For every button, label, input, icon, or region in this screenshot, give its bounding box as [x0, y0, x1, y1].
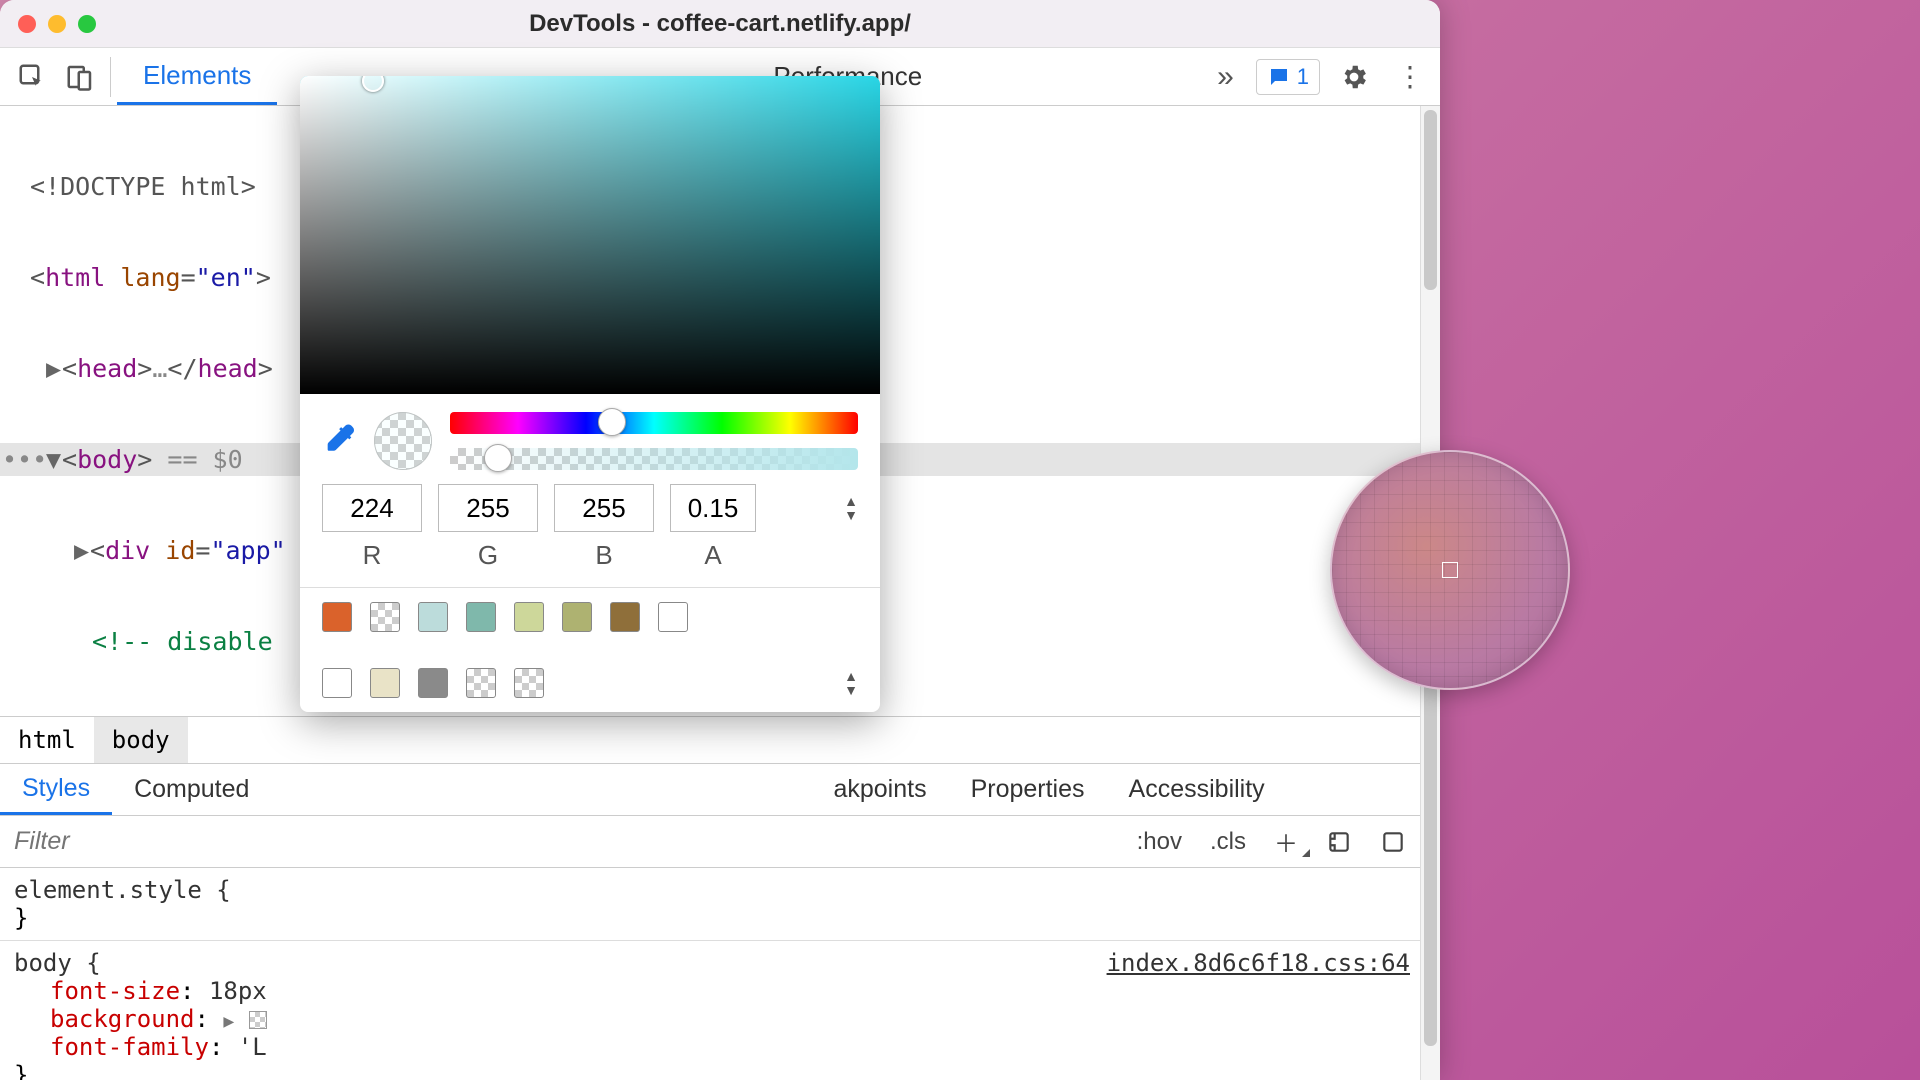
hue-slider[interactable] [450, 412, 858, 434]
palette-swatch[interactable] [322, 668, 352, 698]
palette-swatch[interactable] [610, 602, 640, 632]
settings-icon[interactable] [1332, 55, 1376, 99]
close-window-icon[interactable] [18, 15, 36, 33]
hov-toggle[interactable]: :hov [1123, 828, 1196, 856]
new-rule-button[interactable]: ＋ [1260, 824, 1312, 859]
breadcrumb-body[interactable]: body [94, 717, 188, 763]
palette-swatch[interactable] [514, 668, 544, 698]
subtab-breakpoints[interactable]: akpoints [811, 764, 948, 815]
issues-badge[interactable]: 1 [1256, 59, 1320, 95]
source-link-index[interactable]: index.8d6c6f18.css:64 [1107, 949, 1410, 977]
rule-element-style[interactable]: element.style { } [0, 868, 1420, 941]
a-label: A [670, 540, 756, 571]
alpha-handle[interactable] [484, 444, 512, 472]
palette-swatch[interactable] [418, 602, 448, 632]
panel-tabs: Elements [117, 48, 277, 105]
current-color-swatch [374, 412, 432, 470]
devtools-window: DevTools - coffee-cart.netlify.app/ Elem… [0, 0, 1440, 1080]
inspect-element-icon[interactable] [8, 53, 56, 101]
palette-swatch[interactable] [562, 602, 592, 632]
saturation-value-area[interactable] [300, 76, 880, 394]
a-input[interactable] [670, 484, 756, 532]
sv-handle[interactable] [362, 76, 384, 92]
chevron-down-icon: ▼ [844, 685, 858, 695]
b-input[interactable] [554, 484, 654, 532]
breadcrumb-html[interactable]: html [0, 717, 94, 763]
chevron-up-icon: ▲ [844, 671, 858, 681]
palette-swatch[interactable] [466, 668, 496, 698]
g-input[interactable] [438, 484, 538, 532]
styles-rules: element.style { } index.8d6c6f18.css:64 … [0, 868, 1420, 1080]
r-input[interactable] [322, 484, 422, 532]
kebab-menu-icon[interactable]: ⋮ [1388, 55, 1432, 99]
cls-toggle[interactable]: .cls [1196, 828, 1260, 856]
window-title: DevTools - coffee-cart.netlify.app/ [0, 10, 1440, 38]
subtab-styles[interactable]: Styles [0, 764, 112, 815]
device-toolbar-icon[interactable] [56, 53, 104, 101]
dom-comment: <!-- disable [92, 627, 273, 656]
issues-count: 1 [1297, 64, 1309, 90]
alpha-slider[interactable] [450, 448, 858, 470]
magnifier-center-icon [1443, 563, 1457, 577]
hue-handle[interactable] [598, 408, 626, 436]
eyedropper-magnifier[interactable] [1330, 450, 1570, 690]
rule-body-index[interactable]: index.8d6c6f18.css:64 body { font-size: … [0, 941, 1420, 1080]
scrollbar-thumb-lower[interactable] [1424, 666, 1437, 1046]
chevron-down-icon: ▼ [844, 510, 858, 520]
palette-swatch[interactable] [658, 602, 688, 632]
tab-elements[interactable]: Elements [117, 48, 277, 105]
r-label: R [322, 540, 422, 571]
computed-styles-icon[interactable] [1312, 828, 1366, 856]
palette-spinner[interactable]: ▲▼ [844, 671, 858, 695]
minimize-window-icon[interactable] [48, 15, 66, 33]
more-styles-icon[interactable] [1366, 828, 1420, 856]
more-tabs-icon[interactable]: » [1207, 60, 1244, 94]
palette: ▲▼ [300, 587, 880, 712]
subtab-properties[interactable]: Properties [949, 764, 1107, 815]
g-label: G [438, 540, 538, 571]
filter-input[interactable] [0, 827, 593, 856]
palette-swatch[interactable] [418, 668, 448, 698]
titlebar: DevTools - coffee-cart.netlify.app/ [0, 0, 1440, 48]
dom-selected-ref: == $0 [152, 445, 242, 474]
color-picker: ▲▼ R G B A ▲▼ [300, 76, 880, 712]
scrollbar-thumb[interactable] [1424, 110, 1437, 290]
styles-subtabs: Styles Computed akpoints Properties Acce… [0, 764, 1420, 816]
breadcrumb: html body [0, 716, 1420, 764]
palette-swatch[interactable] [514, 602, 544, 632]
eyedropper-icon[interactable] [322, 421, 356, 461]
subtab-computed[interactable]: Computed [112, 764, 271, 815]
zoom-window-icon[interactable] [78, 15, 96, 33]
format-spinner[interactable]: ▲▼ [844, 496, 858, 520]
palette-swatch[interactable] [370, 668, 400, 698]
palette-swatch[interactable] [322, 602, 352, 632]
b-label: B [554, 540, 654, 571]
palette-swatch[interactable] [466, 602, 496, 632]
color-swatch-icon[interactable] [249, 1011, 267, 1029]
subtab-accessibility[interactable]: Accessibility [1107, 764, 1287, 815]
chevron-up-icon: ▲ [844, 496, 858, 506]
traffic-lights [18, 15, 96, 33]
dom-doctype: <!DOCTYPE html> [30, 172, 256, 201]
separator [110, 57, 111, 97]
styles-filter-row: :hov .cls ＋ [0, 816, 1420, 868]
palette-swatch[interactable] [370, 602, 400, 632]
